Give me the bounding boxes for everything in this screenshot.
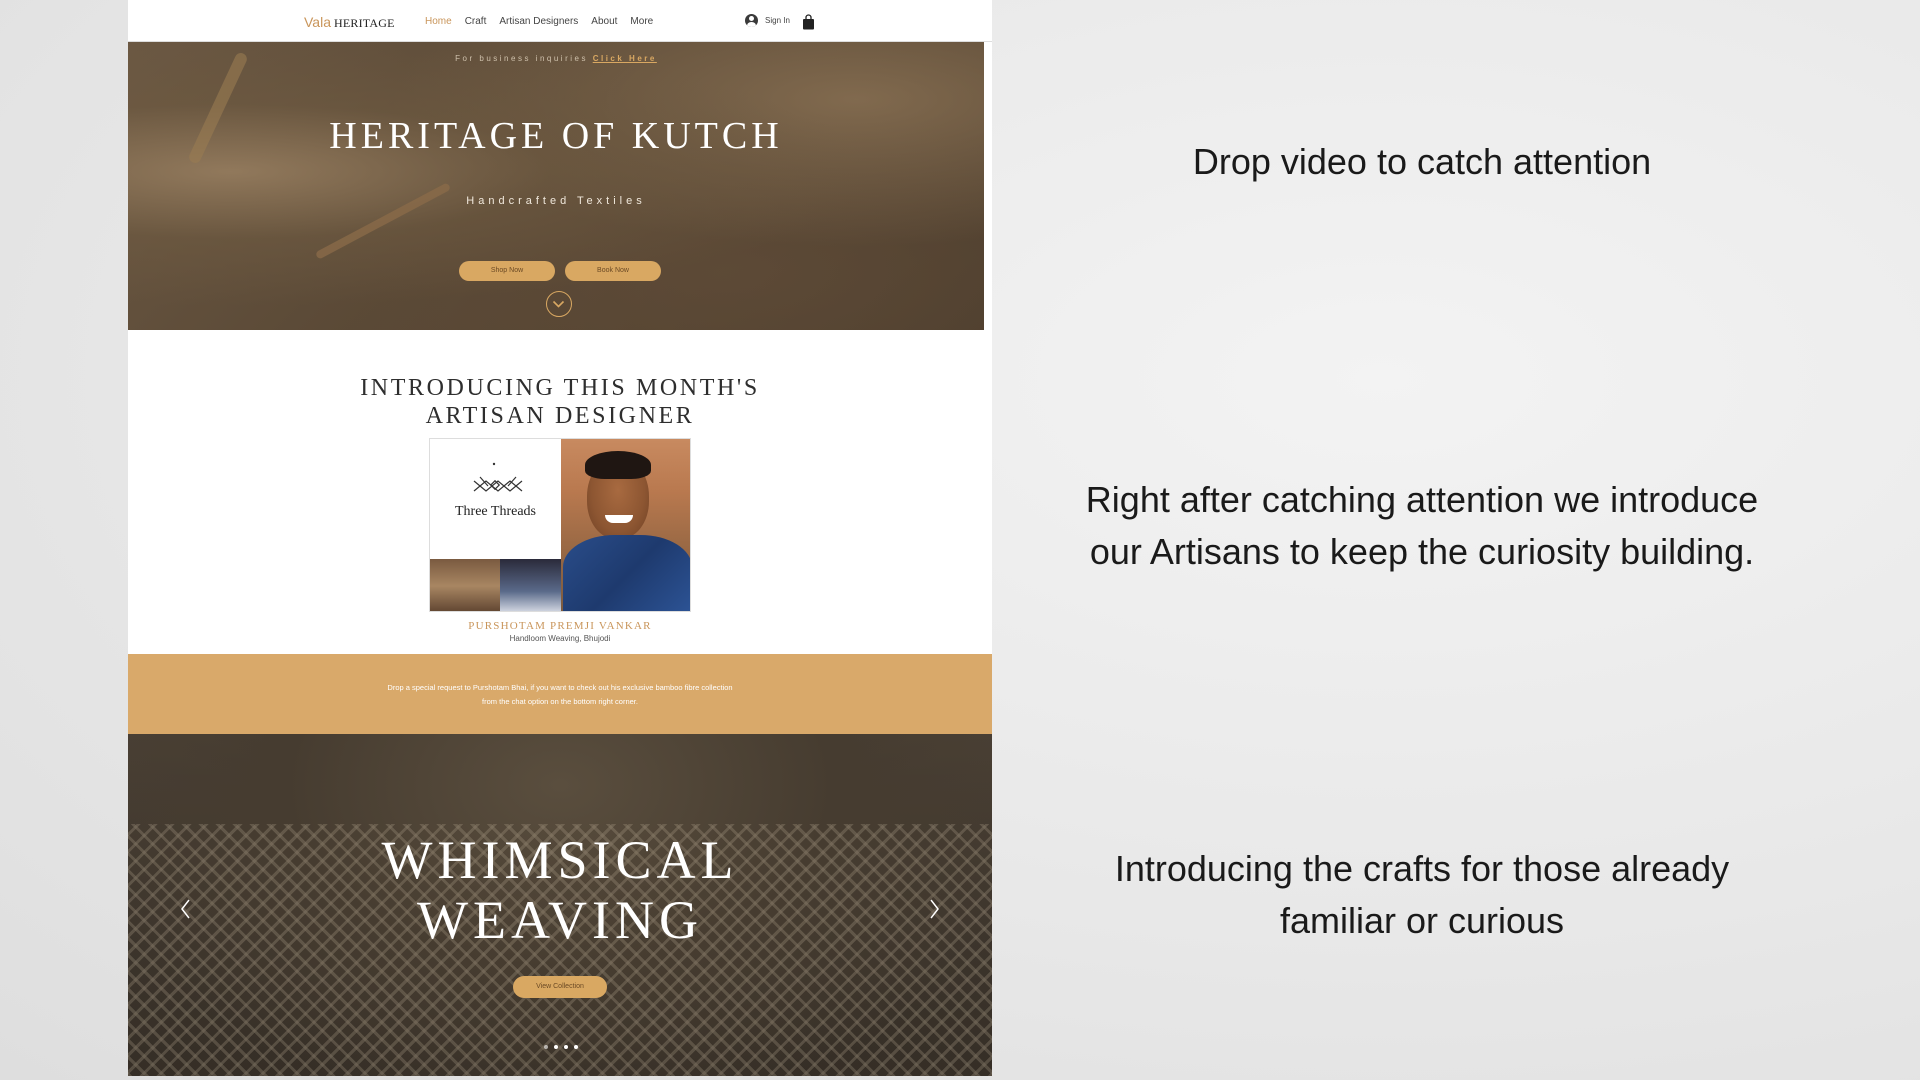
slider-dot[interactable] bbox=[574, 1045, 578, 1049]
sign-in-button[interactable]: Sign In bbox=[745, 14, 790, 27]
band-line1: Drop a special request to Purshotam Bhai… bbox=[387, 683, 733, 692]
view-collection-button[interactable]: View Collection bbox=[513, 976, 607, 998]
nav-item-more[interactable]: More bbox=[630, 16, 653, 27]
artisan-title-line1: INTRODUCING THIS MONTH'S bbox=[360, 375, 760, 401]
chevron-left-icon[interactable] bbox=[178, 894, 194, 924]
brand-logo-text: Three Threads bbox=[455, 504, 536, 519]
business-inquiry: For business inquiries Click Here bbox=[128, 54, 984, 63]
band-line2: from the chat option on the bottom right… bbox=[482, 697, 638, 706]
artisan-name: PURSHOTAM PREMJI VANKAR bbox=[468, 620, 652, 632]
user-avatar-icon bbox=[745, 14, 758, 27]
shopping-bag-icon[interactable] bbox=[802, 14, 815, 30]
weaving-slider: WHIMSICAL WEAVING View Collection bbox=[128, 734, 992, 1076]
site-logo[interactable]: Vala HERITAGE bbox=[304, 14, 395, 31]
nav-item-home[interactable]: Home bbox=[425, 16, 452, 27]
note2-line2: our Artisans to keep the curiosity build… bbox=[1089, 531, 1755, 572]
weaving-title-line2: WEAVING bbox=[417, 890, 703, 950]
photo-market bbox=[430, 559, 500, 611]
logo-word: HERITAGE bbox=[333, 16, 395, 30]
artisan-craft: Handloom Weaving, Bhujodi bbox=[509, 634, 611, 643]
nav-item-craft[interactable]: Craft bbox=[465, 16, 487, 27]
book-now-button[interactable]: Book Now bbox=[565, 261, 661, 281]
note2-line1: Right after catching attention we introd… bbox=[1085, 479, 1759, 520]
slider-dot[interactable] bbox=[554, 1045, 558, 1049]
top-nav: Vala HERITAGE Home Craft Artisan Designer… bbox=[128, 0, 992, 42]
note3-line2: familiar or curious bbox=[1279, 900, 1565, 941]
note-crafts: Introducing the crafts for those already… bbox=[1024, 843, 1820, 947]
nav-item-about[interactable]: About bbox=[591, 16, 617, 27]
note-video: Drop video to catch attention bbox=[1024, 136, 1820, 188]
portrait-hair bbox=[585, 451, 651, 479]
portrait-smile bbox=[605, 515, 633, 523]
sign-in-label: Sign In bbox=[765, 16, 790, 25]
main-menu: Home Craft Artisan Designers About More bbox=[425, 16, 666, 27]
website-mockup: Vala HERITAGE Home Craft Artisan Designer… bbox=[128, 0, 992, 1076]
inquiry-text: For business inquiries bbox=[455, 54, 588, 63]
chevron-right-icon[interactable] bbox=[926, 894, 942, 924]
artisan-title-line2: ARTISAN DESIGNER bbox=[425, 403, 695, 429]
artisan-section-title: INTRODUCING THIS MONTH'S ARTISAN DESIGNE… bbox=[128, 374, 992, 430]
nav-item-artisan-designers[interactable]: Artisan Designers bbox=[499, 16, 578, 27]
photo-stage bbox=[500, 559, 561, 611]
three-threads-logo-icon bbox=[473, 462, 523, 492]
portrait-scarf bbox=[563, 535, 690, 611]
hero-video-banner: For business inquiries Click Here HERITA… bbox=[128, 42, 984, 330]
chevron-down-icon[interactable] bbox=[546, 291, 572, 317]
weaving-title-line1: WHIMSICAL bbox=[381, 830, 739, 890]
inquiry-link[interactable]: Click Here bbox=[593, 54, 657, 63]
weaving-title: WHIMSICAL WEAVING bbox=[128, 830, 992, 950]
artisan-photo-strip bbox=[430, 559, 561, 611]
note3-line1: Introducing the crafts for those already bbox=[1114, 848, 1730, 889]
hero-bg-detail bbox=[314, 182, 452, 260]
hero-subtitle: Handcrafted Textiles bbox=[466, 195, 646, 207]
artisan-portrait bbox=[561, 439, 690, 611]
request-band: Drop a special request to Purshotam Bhai… bbox=[128, 654, 992, 734]
slider-dots bbox=[544, 1045, 578, 1049]
logo-brand: Vala bbox=[304, 14, 331, 30]
note-artisans: Right after catching attention we introd… bbox=[1024, 474, 1820, 578]
hero-title: HERITAGE OF KUTCH bbox=[329, 115, 783, 157]
slider-dot[interactable] bbox=[564, 1045, 568, 1049]
note1-text: Drop video to catch attention bbox=[1192, 141, 1652, 182]
band-text: Drop a special request to Purshotam Bhai… bbox=[128, 681, 992, 709]
artisan-collage[interactable]: Three Threads bbox=[429, 438, 691, 612]
slider-dot[interactable] bbox=[544, 1045, 548, 1049]
shop-now-button[interactable]: Shop Now bbox=[459, 261, 555, 281]
brand-logo-card: Three Threads bbox=[430, 439, 561, 559]
